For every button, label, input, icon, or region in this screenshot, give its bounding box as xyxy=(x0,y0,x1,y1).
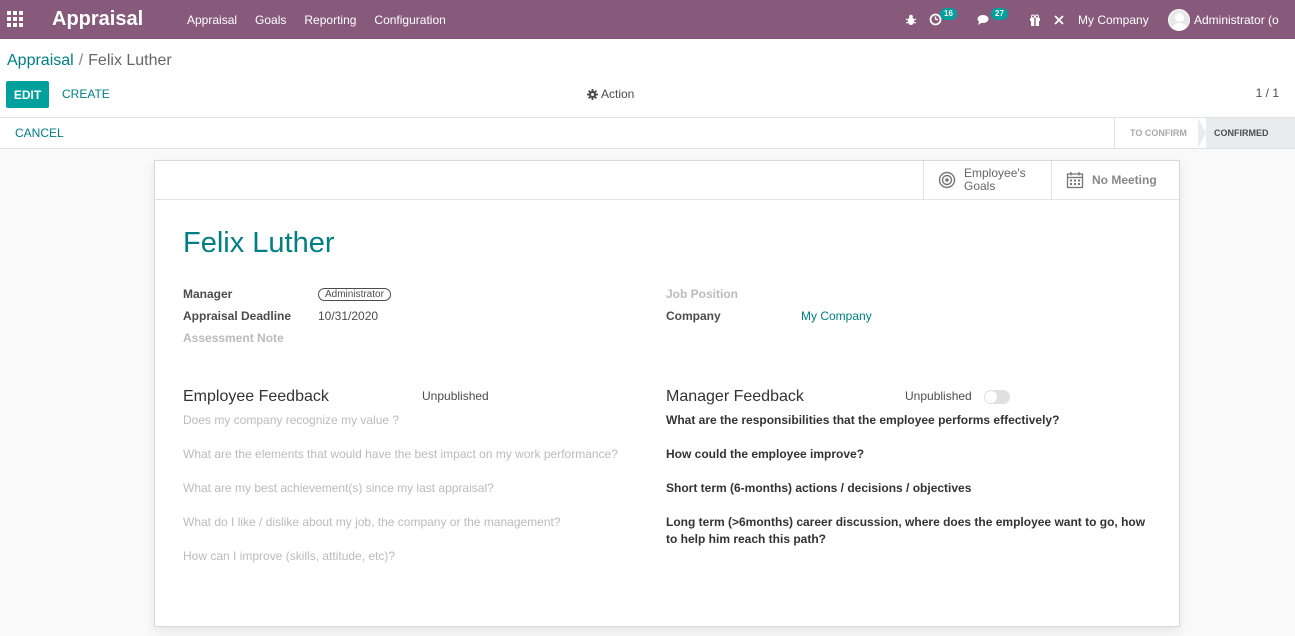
menu-goals[interactable]: Goals xyxy=(255,13,286,27)
meeting-button[interactable]: No Meeting xyxy=(1051,161,1179,199)
breadcrumb: Appraisal / Felix Luther xyxy=(7,52,172,70)
cancel-button[interactable]: CANCEL xyxy=(15,126,64,140)
manager-label: Manager xyxy=(183,287,233,301)
employee-feedback-title: Employee Feedback xyxy=(183,388,329,405)
smart-button-box: Employee's Goals No Meeting xyxy=(155,161,1179,200)
avatar xyxy=(1168,8,1190,31)
stage-pipeline: TO CONFIRM CONFIRMED xyxy=(1114,118,1295,148)
company-label: Company xyxy=(666,309,721,323)
meeting-label: No Meeting xyxy=(1092,172,1157,187)
employee-question: Does my company recognize my value ? xyxy=(183,413,400,427)
record-title: Felix Luther xyxy=(183,227,335,259)
goals-text: Employee's Goals xyxy=(964,167,1026,193)
stage-confirmed[interactable]: CONFIRMED xyxy=(1198,118,1295,148)
systray: 16 27 My Company Administrator (o xyxy=(905,0,1295,39)
stage-to-confirm[interactable]: TO CONFIRM xyxy=(1114,118,1198,148)
company-switcher[interactable]: My Company xyxy=(1078,0,1149,39)
manager-question: to help him reach this path? xyxy=(666,532,827,546)
form-sheet: Employee's Goals No Meeting Felix Luther… xyxy=(154,160,1180,627)
user-menu[interactable]: Administrator (o xyxy=(1168,0,1279,39)
create-button[interactable]: CREATE xyxy=(62,87,110,101)
stage-confirmed-label: CONFIRMED xyxy=(1214,128,1269,138)
app-name[interactable]: Appraisal xyxy=(52,8,143,31)
manager-tag[interactable]: Administrator xyxy=(318,288,391,301)
target-icon xyxy=(938,171,956,189)
manager-question: How could the employee improve? xyxy=(666,447,865,461)
menu-configuration[interactable]: Configuration xyxy=(374,13,445,27)
gear-icon xyxy=(587,88,598,100)
action-dropdown[interactable]: Action xyxy=(587,87,634,101)
top-menu: Appraisal Goals Reporting Configuration xyxy=(187,0,464,39)
action-label: Action xyxy=(601,87,635,101)
company-link[interactable]: My Company xyxy=(801,309,872,323)
menu-appraisal[interactable]: Appraisal xyxy=(187,13,237,27)
edit-button[interactable]: EDIT xyxy=(6,81,49,108)
assessment-note-label: Assessment Note xyxy=(183,331,284,345)
manager-question: Short term (6-months) actions / decision… xyxy=(666,481,972,495)
breadcrumb-current: Felix Luther xyxy=(88,52,172,69)
form-statusbar: CANCEL TO CONFIRM CONFIRMED xyxy=(0,118,1295,149)
employee-question: What are the elements that would have th… xyxy=(183,447,618,461)
apps-menu-icon[interactable] xyxy=(7,11,23,27)
activity-button[interactable]: 16 xyxy=(929,0,961,39)
message-count-badge: 27 xyxy=(991,8,1008,20)
gift-icon[interactable] xyxy=(1029,0,1045,39)
activity-count-badge: 16 xyxy=(940,8,957,20)
messaging-button[interactable]: 27 xyxy=(977,0,1011,39)
manager-publish-toggle[interactable] xyxy=(984,390,1010,404)
tools-icon[interactable] xyxy=(1053,0,1069,39)
user-name: Administrator (o xyxy=(1194,12,1279,27)
goals-line-2: Goals xyxy=(964,179,996,193)
deadline-value: 10/31/2020 xyxy=(318,309,379,323)
pager-value[interactable]: 1 / 1 xyxy=(1256,86,1279,100)
debug-bug-icon[interactable] xyxy=(905,0,921,39)
manager-feedback-status: Unpublished xyxy=(905,389,972,403)
menu-reporting[interactable]: Reporting xyxy=(304,13,356,27)
manager-question: Long term (>6months) career discussion, … xyxy=(666,515,1146,529)
employee-goals-button[interactable]: Employee's Goals xyxy=(923,161,1052,199)
employee-question: What do I like / dislike about my job, t… xyxy=(183,515,561,529)
job-position-label: Job Position xyxy=(666,287,738,301)
deadline-label: Appraisal Deadline xyxy=(183,309,292,323)
breadcrumb-parent[interactable]: Appraisal xyxy=(7,52,74,69)
manager-question: What are the responsibilities that the e… xyxy=(666,413,1060,427)
employee-feedback-status: Unpublished xyxy=(422,389,489,403)
employee-question: What are my best achievement(s) since my… xyxy=(183,481,494,495)
manager-feedback-title: Manager Feedback xyxy=(666,388,804,405)
breadcrumb-separator: / xyxy=(78,52,84,69)
employee-question: How can I improve (skills, attitude, etc… xyxy=(183,549,396,563)
top-navbar: Appraisal Appraisal Goals Reporting Conf… xyxy=(0,0,1295,39)
comments-icon xyxy=(977,14,989,25)
control-panel: Appraisal / Felix Luther EDIT CREATE Actio… xyxy=(0,39,1295,118)
calendar-icon xyxy=(1066,172,1084,189)
